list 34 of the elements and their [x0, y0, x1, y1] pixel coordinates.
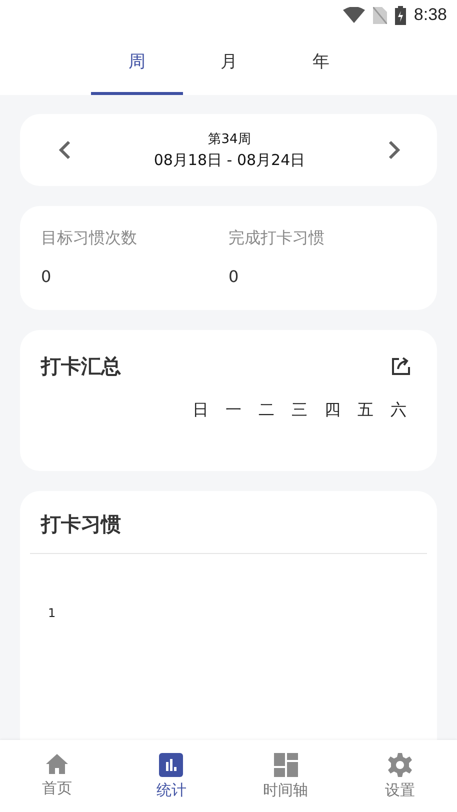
nav-tab[interactable]: 统计 [114, 740, 228, 812]
bar-chart-icon [159, 753, 184, 777]
battery-icon [394, 6, 406, 24]
weekday-label: 四 [324, 400, 342, 421]
period-tab[interactable]: 年 [275, 30, 367, 95]
stat-label: 目标习惯次数 [41, 228, 138, 249]
stat-value: 0 [41, 267, 52, 286]
stat-value: 0 [228, 267, 240, 286]
weekday-label: 三 [290, 400, 308, 421]
weekday-label: 日 [192, 400, 210, 421]
weekday-label: 六 [390, 400, 408, 421]
dashboard-icon [274, 753, 298, 777]
settings-icon [388, 753, 412, 777]
period-tab[interactable]: 周 [91, 30, 183, 95]
period-tab[interactable]: 月 [183, 30, 275, 95]
section-title: 打卡习惯 [39, 511, 122, 538]
wifi-icon [342, 7, 365, 23]
share-icon[interactable] [391, 356, 411, 376]
next-week-button[interactable] [386, 140, 401, 160]
section-title: 打卡汇总 [41, 352, 121, 380]
no-sim-icon [372, 6, 387, 24]
nav-tab[interactable]: 首页 [0, 740, 114, 812]
axis-label: 1 [48, 606, 57, 620]
nav-tab[interactable]: 设置 [342, 740, 457, 812]
date-range: 08月18日 - 08月24日 [154, 151, 306, 170]
home-icon [45, 753, 70, 775]
weekday-label: 二 [258, 400, 276, 421]
clock-time: 8:38 [414, 5, 447, 25]
nav-tab[interactable]: 时间轴 [228, 740, 343, 812]
weekday-label: 一 [224, 400, 242, 421]
weekday-label: 五 [356, 400, 374, 421]
previous-week-button[interactable] [58, 140, 72, 160]
week-number: 第34周 [208, 131, 251, 148]
stat-label: 完成打卡习惯 [228, 228, 326, 249]
